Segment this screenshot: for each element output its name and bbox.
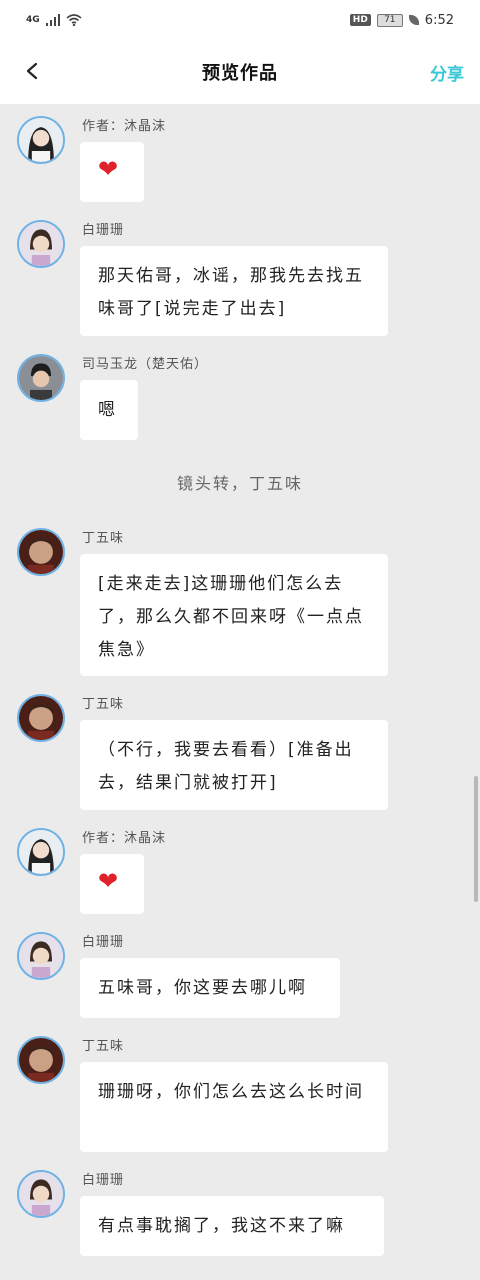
clock: 6:52	[424, 12, 454, 28]
message-bubble[interactable]: 五味哥，你这要去哪儿啊	[80, 958, 340, 1018]
sender-name: 白珊珊	[82, 223, 125, 238]
page-title: 预览作品	[202, 63, 278, 84]
message-bubble[interactable]: [走来走去]这珊珊他们怎么去了，那么久都不回来呀《一点点焦急》	[80, 554, 388, 676]
scrollbar[interactable]	[474, 776, 478, 902]
avatar[interactable]	[17, 354, 65, 402]
message-bubble[interactable]: 那天佑哥，冰谣，那我先去找五味哥了[说完走了出去]	[80, 246, 388, 336]
wifi-icon	[66, 14, 82, 26]
share-button[interactable]: 分享	[430, 60, 464, 85]
sender-name: 丁五味	[82, 1039, 125, 1054]
message-bubble[interactable]: ❤	[80, 854, 144, 914]
message-bubble[interactable]: 有点事耽搁了，我这不来了嘛	[80, 1196, 384, 1256]
battery-icon: 71	[376, 13, 403, 27]
sender-name: 白珊珊	[82, 935, 125, 950]
sender-name: 丁五味	[82, 697, 125, 712]
avatar[interactable]	[17, 828, 65, 876]
signal-type: 4G	[26, 15, 40, 25]
avatar[interactable]	[17, 220, 65, 268]
signal-icon	[45, 14, 60, 26]
leaf-icon	[408, 15, 419, 25]
avatar[interactable]	[17, 1036, 65, 1084]
message-bubble[interactable]: 珊珊呀，你们怎么去这么长时间	[80, 1062, 388, 1152]
scene-narration: 镜头转，丁五味	[176, 474, 303, 493]
hd-icon: HD	[349, 14, 371, 26]
status-bar: 4G HD 71 6:52	[0, 0, 480, 40]
message-bubble[interactable]: 嗯	[80, 380, 138, 440]
sender-name: 司马玉龙（楚天佑）	[82, 357, 209, 372]
message-bubble[interactable]: （不行，我要去看看）[准备出去，结果门就被打开]	[80, 720, 388, 810]
back-arrow-icon[interactable]	[24, 62, 42, 80]
heart-icon: ❤	[98, 155, 121, 183]
sender-name: 白珊珊	[82, 1173, 125, 1188]
sender-name: 作者：沐晶沫	[82, 831, 167, 846]
avatar[interactable]	[17, 932, 65, 980]
sender-name: 作者：沐晶沫	[82, 119, 167, 134]
avatar[interactable]	[17, 116, 65, 164]
avatar[interactable]	[17, 528, 65, 576]
sender-name: 丁五味	[82, 531, 125, 546]
avatar[interactable]	[17, 694, 65, 742]
heart-icon: ❤	[98, 867, 121, 895]
avatar[interactable]	[17, 1170, 65, 1218]
message-bubble[interactable]: ❤	[80, 142, 144, 202]
nav-bar: 预览作品 分享	[0, 40, 480, 104]
